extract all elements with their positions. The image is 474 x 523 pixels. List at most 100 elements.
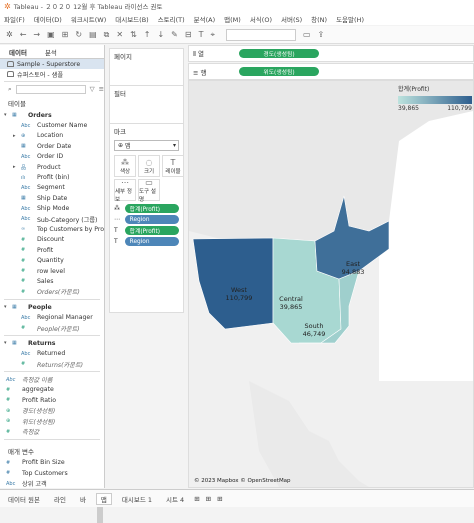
menu-item[interactable]: 맵(M) — [224, 14, 241, 24]
field-item[interactable]: ∞ Top Customers by Profit — [0, 224, 104, 234]
swap-icon[interactable]: ⇅ — [130, 30, 137, 39]
mark-pill[interactable]: 합계(Profit) — [124, 204, 179, 213]
encoding-icon[interactable]: T — [114, 227, 123, 234]
rows-pill[interactable]: 위도(생성됨) — [239, 67, 319, 76]
sort-desc-icon[interactable]: ↓ — [157, 30, 164, 39]
menu-item[interactable]: 워크시트(W) — [71, 14, 106, 24]
field-item[interactable]: ▦ Ship Date — [0, 193, 104, 203]
new-dashboard-icon[interactable]: ⊞ — [206, 495, 211, 503]
share-icon[interactable]: ⇪ — [318, 30, 325, 39]
forward-icon[interactable]: → — [33, 30, 40, 39]
tooltip-button[interactable]: ▭ 도구 설명 — [138, 178, 160, 203]
label-button[interactable]: T 레이블 — [162, 155, 184, 177]
field-item[interactable]: ⊕ 경도(생성됨) — [0, 406, 104, 416]
new-sheet-icon[interactable]: ⊞ — [194, 495, 199, 503]
back-icon[interactable]: ← — [20, 30, 27, 39]
menu-item[interactable]: 창(N) — [311, 14, 327, 24]
field-item[interactable]: # Returns(카운트) — [0, 359, 104, 369]
field-item[interactable]: Abc Regional Manager — [0, 312, 104, 322]
parameter-item[interactable]: # Profit Bin Size — [0, 458, 104, 468]
field-item[interactable]: Abc Ship Mode — [0, 204, 104, 214]
parameter-item[interactable]: Abc 상위 고객 — [0, 479, 104, 489]
caret-down-icon[interactable]: ▾ — [4, 340, 12, 346]
menu-item[interactable]: 스토리(T) — [158, 14, 185, 24]
mark-pill[interactable]: Region — [124, 215, 179, 224]
sheet-tab[interactable]: 대시보드 1 — [118, 494, 156, 504]
detail-button[interactable]: ⋯ 세부 정보 — [114, 178, 136, 203]
rows-shelf[interactable]: ≡ 행 위도(생성됨) — [188, 63, 474, 80]
menu-item[interactable]: 서식(O) — [250, 14, 272, 24]
field-item[interactable]: ⊕ 위도(생성됨) — [0, 416, 104, 426]
table-group-people[interactable]: ▾ ▦ People — [0, 302, 104, 312]
table-group-returns[interactable]: ▾ ▦ Returns — [0, 338, 104, 348]
mark-pill[interactable]: Region — [124, 237, 179, 246]
map-canvas[interactable]: West 110,799 Central 39,865 East 94,883 … — [189, 81, 473, 487]
add-datasource-icon[interactable]: ⊞ — [62, 30, 69, 39]
field-item[interactable]: ▸ ⊕ Location — [0, 131, 104, 141]
filter-icon[interactable]: ▽ — [90, 85, 95, 93]
encoding-icon[interactable]: ⋯ — [114, 216, 123, 223]
color-button[interactable]: ⁂ 색상 — [114, 155, 136, 177]
save-icon[interactable]: ▣ — [47, 30, 55, 39]
columns-pill[interactable]: 경도(생성됨) — [239, 49, 319, 58]
encoding-icon[interactable]: ⁂ — [114, 205, 123, 212]
map-view[interactable]: 맵 West 110,799 Central 39,865 East 94,88… — [188, 80, 474, 488]
highlight-icon[interactable]: ✎ — [171, 30, 178, 39]
tab-analytics[interactable]: 분석 — [36, 47, 66, 57]
presentation-icon[interactable]: ▭ — [303, 30, 311, 39]
duplicate-icon[interactable]: ⧉ — [104, 30, 110, 40]
menu-item[interactable]: 대시보드(B) — [115, 14, 148, 24]
sheet-tab[interactable]: 맵 — [95, 492, 112, 505]
field-item[interactable]: # row level — [0, 266, 104, 276]
table-group-orders[interactable]: ▾ ▦ Orders — [0, 110, 104, 120]
scrollbar[interactable] — [97, 505, 103, 523]
field-item[interactable]: # Profit Ratio — [0, 395, 104, 405]
field-item[interactable]: # Orders(카운트) — [0, 287, 104, 297]
sheet-tab[interactable]: 라인 — [50, 494, 70, 504]
menu-icon[interactable]: ≡ — [99, 85, 104, 93]
sheet-tab[interactable]: 바 — [76, 494, 90, 504]
size-button[interactable]: ◌ 크기 — [138, 155, 160, 177]
field-item[interactable]: # Quantity — [0, 255, 104, 265]
datasource-item[interactable]: Sample - Superstore — [0, 59, 104, 69]
map-attribution[interactable]: © 2023 Mapbox © OpenStreetMap — [194, 477, 291, 484]
menu-item[interactable]: 도움말(H) — [336, 14, 364, 24]
field-item[interactable]: Abc Order ID — [0, 152, 104, 162]
field-item[interactable]: Abc Returned — [0, 349, 104, 359]
field-item[interactable]: # Profit — [0, 245, 104, 255]
caret-down-icon[interactable]: ▾ — [4, 304, 12, 310]
group-icon[interactable]: ⊟ — [185, 30, 192, 39]
field-item[interactable]: Abc Sub-Category (그룹) — [0, 214, 104, 224]
field-item[interactable]: Abc Customer Name — [0, 120, 104, 130]
field-item[interactable]: ▦ Order Date — [0, 141, 104, 151]
field-item[interactable]: Abc Segment — [0, 183, 104, 193]
field-item[interactable]: ılı Profit (bin) — [0, 172, 104, 182]
new-sheet-icon[interactable]: ▤ — [89, 30, 97, 39]
label-icon[interactable]: T — [199, 30, 204, 39]
sheet-tab[interactable]: 시트 4 — [162, 494, 188, 504]
encoding-icon[interactable]: T — [114, 238, 123, 245]
sort-asc-icon[interactable]: ↑ — [144, 30, 151, 39]
datasource-item[interactable]: 슈퍼스토어 - 샘플 — [0, 69, 104, 79]
field-item[interactable]: ▸ 品 Product — [0, 162, 104, 172]
field-item[interactable]: Abc 측정값 이름 — [0, 374, 104, 385]
pin-icon[interactable]: ⌖ — [210, 30, 215, 40]
menu-item[interactable]: 분석(A) — [194, 14, 215, 24]
color-legend[interactable]: 합계(Profit) 39,865 110,799 — [398, 84, 472, 112]
tab-data[interactable]: 데이터 — [0, 47, 36, 57]
field-item[interactable]: # Sales — [0, 276, 104, 286]
menu-item[interactable]: 데이터(D) — [34, 14, 62, 24]
menu-item[interactable]: 서버(S) — [281, 14, 302, 24]
field-item[interactable]: # Discount — [0, 235, 104, 245]
mark-pill[interactable]: 합계(Profit) — [124, 226, 179, 235]
field-item[interactable]: # aggregate — [0, 385, 104, 395]
clear-icon[interactable]: ✕ — [116, 30, 123, 39]
fit-select[interactable] — [225, 28, 296, 41]
search-input[interactable] — [15, 84, 86, 94]
field-item[interactable]: # 측정값 — [0, 426, 104, 437]
sheet-tab[interactable]: 데이터 원본 — [4, 494, 44, 504]
refresh-icon[interactable]: ↻ — [75, 30, 82, 39]
field-item[interactable]: # People(카운트) — [0, 323, 104, 333]
caret-down-icon[interactable]: ▾ — [4, 112, 12, 118]
mark-type-select[interactable]: ⊕ 맵 ▾ — [114, 140, 179, 151]
